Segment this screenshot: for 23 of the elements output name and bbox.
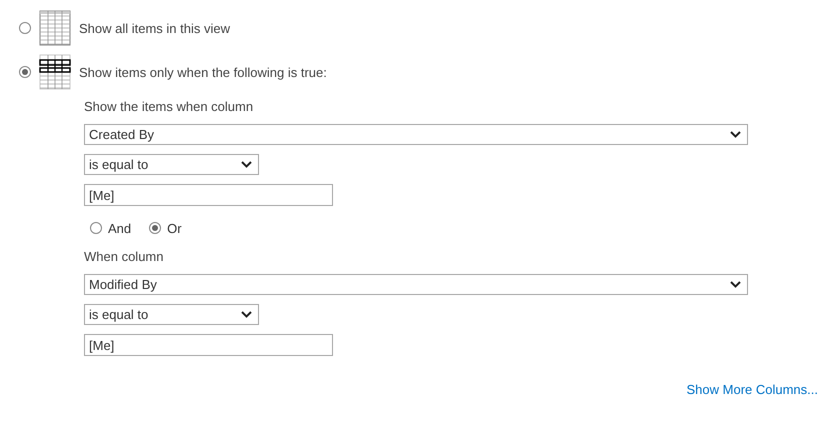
column-dropdown[interactable]: Modified By (84, 274, 748, 295)
table-icon (39, 10, 71, 46)
filtered-table-icon (39, 54, 71, 90)
chevron-down-icon (730, 131, 741, 138)
radio-button[interactable] (149, 222, 162, 234)
chevron-down-icon (241, 161, 252, 168)
operator-dropdown[interactable]: is equal to (84, 154, 259, 175)
operator-dropdown[interactable]: is equal to (84, 304, 259, 325)
show-more-columns-link[interactable]: Show More Columns... (686, 382, 818, 397)
filter-label: Show the items when column (84, 98, 254, 116)
value-field[interactable]: [Me] (84, 184, 333, 206)
option-label: Show all items in this view (79, 20, 230, 36)
radio-button[interactable] (90, 222, 102, 234)
radio-button[interactable] (19, 66, 31, 78)
option-label: Show items only when the following is true: (79, 64, 327, 80)
chevron-down-icon (730, 281, 741, 288)
radio-label: And (108, 220, 132, 236)
radio-label: Or (167, 220, 182, 236)
column-dropdown[interactable]: Created By (84, 124, 748, 145)
chevron-down-icon (241, 311, 252, 318)
radio-button[interactable] (19, 22, 31, 34)
filter-label: When column (84, 248, 164, 266)
value-field[interactable]: [Me] (84, 334, 333, 356)
